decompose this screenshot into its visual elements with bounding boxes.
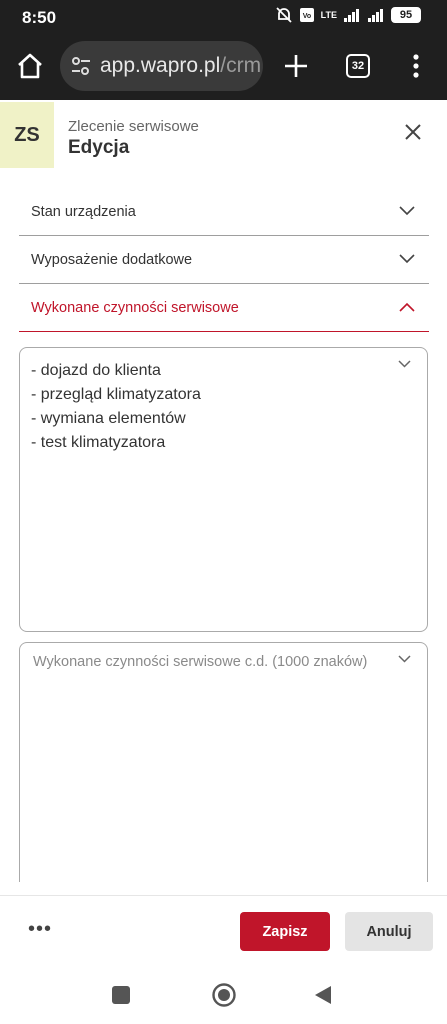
- more-actions-button[interactable]: •••: [28, 919, 52, 939]
- tabs-icon[interactable]: 32: [346, 54, 370, 78]
- status-bar: 8:50 Vo LTE 95: [0, 0, 447, 33]
- svg-text:Vo: Vo: [302, 13, 310, 20]
- url-host: app.wapro.pl: [100, 54, 221, 77]
- services-done-field[interactable]: - dojazd do klienta - przegląd klimatyza…: [19, 347, 428, 632]
- section-label: Wyposażenie dodatkowe: [31, 252, 193, 268]
- network-type: LTE: [320, 9, 337, 20]
- services-done-cont-placeholder[interactable]: Wykonane czynności serwisowe c.d. (1000 …: [33, 654, 367, 670]
- dialog-subtitle: Zlecenie serwisowe: [68, 118, 199, 135]
- recents-icon[interactable]: [112, 986, 130, 1004]
- section-wykonane-czynnosci[interactable]: Wykonane czynności serwisowe: [19, 284, 429, 332]
- url-text[interactable]: app.wapro.pl/crm: [100, 54, 261, 78]
- battery-icon: 95: [391, 7, 421, 23]
- cancel-button[interactable]: Anuluj: [345, 912, 433, 951]
- more-vert-icon[interactable]: [410, 53, 422, 79]
- muted-alarm-icon: [276, 7, 292, 23]
- chevron-up-icon: [399, 302, 415, 312]
- url-path: /crm: [220, 54, 262, 77]
- section-stan-urzadzenia[interactable]: Stan urządzenia: [19, 188, 429, 236]
- signal-icon: [368, 9, 383, 22]
- volte-icon: Vo: [299, 8, 314, 22]
- status-time: 8:50: [22, 8, 57, 27]
- address-bar[interactable]: app.wapro.pl/crm: [60, 41, 263, 91]
- section-label: Stan urządzenia: [31, 204, 136, 220]
- signal-icon: [344, 9, 359, 22]
- home-nav-icon[interactable]: [211, 982, 237, 1008]
- home-icon[interactable]: [14, 50, 46, 82]
- tune-icon[interactable]: [70, 56, 92, 76]
- save-button[interactable]: Zapisz: [240, 912, 330, 951]
- dialog-title: Edycja: [68, 137, 130, 158]
- back-icon[interactable]: [313, 984, 333, 1006]
- plus-icon[interactable]: [282, 52, 310, 80]
- browser-toolbar: app.wapro.pl/crm 32: [0, 33, 447, 100]
- section-label: Wykonane czynności serwisowe: [31, 300, 239, 316]
- dialog-footer: ••• Zapisz Anuluj: [0, 895, 447, 965]
- section-wyposazenie-dodatkowe[interactable]: Wyposażenie dodatkowe: [19, 236, 429, 284]
- status-icons: Vo LTE 95: [275, 7, 421, 23]
- chevron-down-icon[interactable]: [398, 655, 411, 663]
- tab-count: 32: [351, 60, 365, 72]
- chevron-down-icon: [399, 254, 415, 264]
- document-type-badge: ZS: [0, 102, 54, 168]
- close-icon[interactable]: [402, 121, 424, 143]
- services-done-value[interactable]: - dojazd do klienta - przegląd klimatyza…: [31, 359, 201, 455]
- chevron-down-icon[interactable]: [398, 360, 411, 368]
- dialog-header: ZS Zlecenie serwisowe Edycja: [0, 100, 447, 170]
- chevron-down-icon: [399, 206, 415, 216]
- services-done-cont-field[interactable]: Wykonane czynności serwisowe c.d. (1000 …: [19, 642, 428, 882]
- system-navigation-bar: [0, 965, 447, 1024]
